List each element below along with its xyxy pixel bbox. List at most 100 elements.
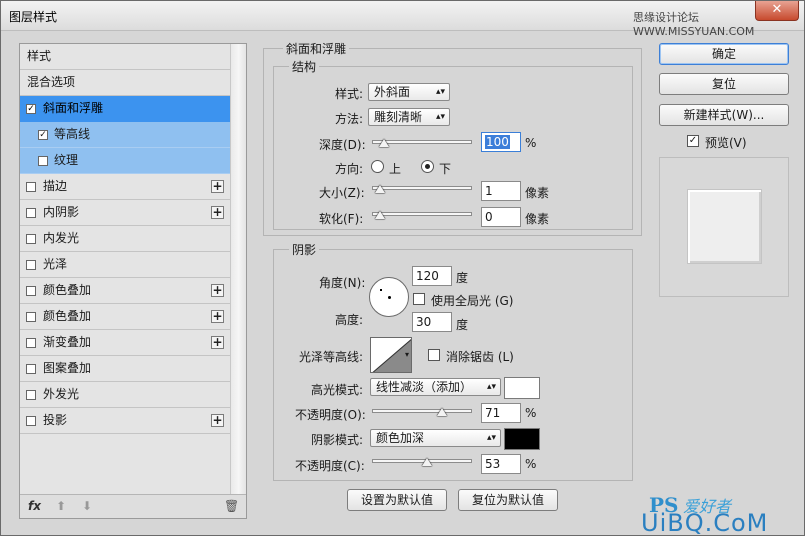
style-item-checkbox[interactable] [26, 208, 36, 218]
soften-slider[interactable] [372, 211, 472, 219]
move-up-icon[interactable]: ⬆ [56, 499, 66, 513]
ok-button[interactable]: 确定 [659, 43, 789, 65]
move-down-icon[interactable]: ⬇ [82, 499, 92, 513]
bevel-style-select[interactable]: 外斜面 ▴▾ [368, 83, 450, 101]
style-item[interactable]: ✓ 等高线 [20, 122, 230, 148]
fx-icon[interactable]: fx [28, 499, 41, 513]
soften-input[interactable]: 0 [481, 207, 521, 227]
depth-slider[interactable] [372, 139, 472, 147]
style-item[interactable]: ✓ 斜面和浮雕 [20, 96, 230, 122]
styles-scrollbar[interactable] [230, 44, 246, 494]
style-item[interactable]: 投影 + [20, 408, 230, 434]
antialias-checkbox[interactable] [428, 349, 440, 361]
style-item-checkbox[interactable] [26, 312, 36, 322]
brand-url-text: UiBQ.CoM [641, 509, 769, 536]
style-item-checkbox[interactable]: ✓ [38, 130, 48, 140]
style-item-checkbox[interactable] [38, 156, 48, 166]
shadow-mode-select[interactable]: 颜色加深 ▴▾ [370, 429, 501, 447]
shadow-mode-label: 阴影模式: [311, 433, 364, 447]
style-item-label: 斜面和浮雕 [43, 101, 104, 115]
style-item-checkbox[interactable] [26, 182, 36, 192]
shadow-opacity-input[interactable]: 53 [481, 454, 521, 474]
add-instance-plus-icon[interactable]: + [211, 206, 224, 219]
reset-to-default-button[interactable]: 复位为默认值 [458, 489, 558, 511]
preview-checkbox[interactable]: ✓ [687, 135, 699, 147]
highlight-opacity-thumb[interactable] [437, 408, 448, 416]
add-instance-plus-icon[interactable]: + [211, 284, 224, 297]
bevel-emboss-title: 斜面和浮雕 [283, 40, 350, 57]
style-item-checkbox[interactable] [26, 286, 36, 296]
style-item[interactable]: 内阴影 + [20, 200, 230, 226]
style-item-label: 纹理 [54, 153, 79, 167]
highlight-opacity-label: 不透明度(O): [295, 408, 366, 422]
style-item-checkbox[interactable] [26, 390, 36, 400]
style-item[interactable]: 渐变叠加 + [20, 330, 230, 356]
highlight-mode-label: 高光模式: [311, 383, 364, 397]
soften-label: 软化(F): [319, 212, 364, 226]
highlight-mode-select[interactable]: 线性减淡（添加） ▴▾ [370, 378, 501, 396]
style-item-label: 内发光 [43, 231, 80, 245]
shadow-opacity-thumb[interactable] [421, 458, 432, 466]
size-input[interactable]: 1 [481, 181, 521, 201]
direction-up-label: 上 [389, 162, 402, 176]
updown-arrow-icon: ▴▾ [486, 433, 496, 443]
altitude-label: 高度: [335, 313, 364, 327]
size-label: 大小(Z): [319, 186, 365, 200]
style-item-checkbox[interactable] [26, 260, 36, 270]
depth-unit: % [525, 136, 537, 150]
style-item[interactable]: 外发光 [20, 382, 230, 408]
style-item-checkbox[interactable] [26, 416, 36, 426]
direction-down-label: 下 [439, 162, 452, 176]
technique-select[interactable]: 雕刻清晰 ▴▾ [368, 108, 450, 126]
shadow-mode-value: 颜色加深 [376, 431, 425, 445]
add-instance-plus-icon[interactable]: + [211, 180, 224, 193]
style-item[interactable]: 图案叠加 [20, 356, 230, 382]
trash-icon[interactable]: 🗑 [224, 499, 239, 513]
close-button[interactable]: ✕ [755, 1, 799, 21]
antialias-label: 消除锯齿 (L) [446, 350, 514, 364]
angle-dial-center [388, 296, 391, 299]
angle-dial[interactable] [369, 277, 409, 317]
style-item-label: 外发光 [43, 387, 80, 401]
direction-label: 方向: [335, 162, 364, 176]
altitude-input[interactable]: 30 [412, 312, 452, 332]
size-slider-thumb[interactable] [375, 185, 385, 193]
depth-slider-thumb[interactable] [379, 139, 390, 147]
style-item[interactable]: 颜色叠加 + [20, 278, 230, 304]
shadow-color-swatch[interactable] [504, 428, 540, 450]
angle-dial-hand [380, 289, 382, 291]
new-style-button[interactable]: 新建样式(W)... [659, 104, 789, 126]
shadow-opacity-slider[interactable] [372, 458, 472, 466]
global-light-checkbox[interactable] [413, 293, 425, 305]
contour-dropdown-arrow-icon[interactable]: ▾ [403, 337, 411, 373]
style-item[interactable]: 样式 [20, 44, 230, 70]
style-item-label: 颜色叠加 [43, 309, 92, 323]
style-item-checkbox[interactable]: ✓ [26, 104, 36, 114]
reset-button[interactable]: 复位 [659, 73, 789, 95]
style-item[interactable]: 纹理 [20, 148, 230, 174]
make-default-button[interactable]: 设置为默认值 [347, 489, 447, 511]
angle-input[interactable]: 120 [412, 266, 452, 286]
size-slider[interactable] [372, 185, 472, 193]
size-unit: 像素 [525, 186, 550, 200]
soften-slider-thumb[interactable] [375, 211, 385, 219]
highlight-opacity-slider[interactable] [372, 408, 472, 416]
style-item[interactable]: 内发光 [20, 226, 230, 252]
style-item[interactable]: 光泽 [20, 252, 230, 278]
direction-down-radio[interactable] [421, 160, 434, 173]
style-item[interactable]: 混合选项 [20, 70, 230, 96]
style-item[interactable]: 描边 + [20, 174, 230, 200]
style-item-checkbox[interactable] [26, 364, 36, 374]
highlight-opacity-input[interactable]: 71 [481, 403, 521, 423]
shadow-opacity-label: 不透明度(C): [295, 459, 365, 473]
style-item[interactable]: 颜色叠加 + [20, 304, 230, 330]
add-instance-plus-icon[interactable]: + [211, 310, 224, 323]
highlight-color-swatch[interactable] [504, 377, 540, 399]
style-item-checkbox[interactable] [26, 338, 36, 348]
add-instance-plus-icon[interactable]: + [211, 414, 224, 427]
add-instance-plus-icon[interactable]: + [211, 336, 224, 349]
depth-input[interactable]: 100 [481, 132, 521, 152]
style-item-checkbox[interactable] [26, 234, 36, 244]
global-light-label: 使用全局光 (G) [431, 294, 514, 308]
direction-up-radio[interactable] [371, 160, 384, 173]
